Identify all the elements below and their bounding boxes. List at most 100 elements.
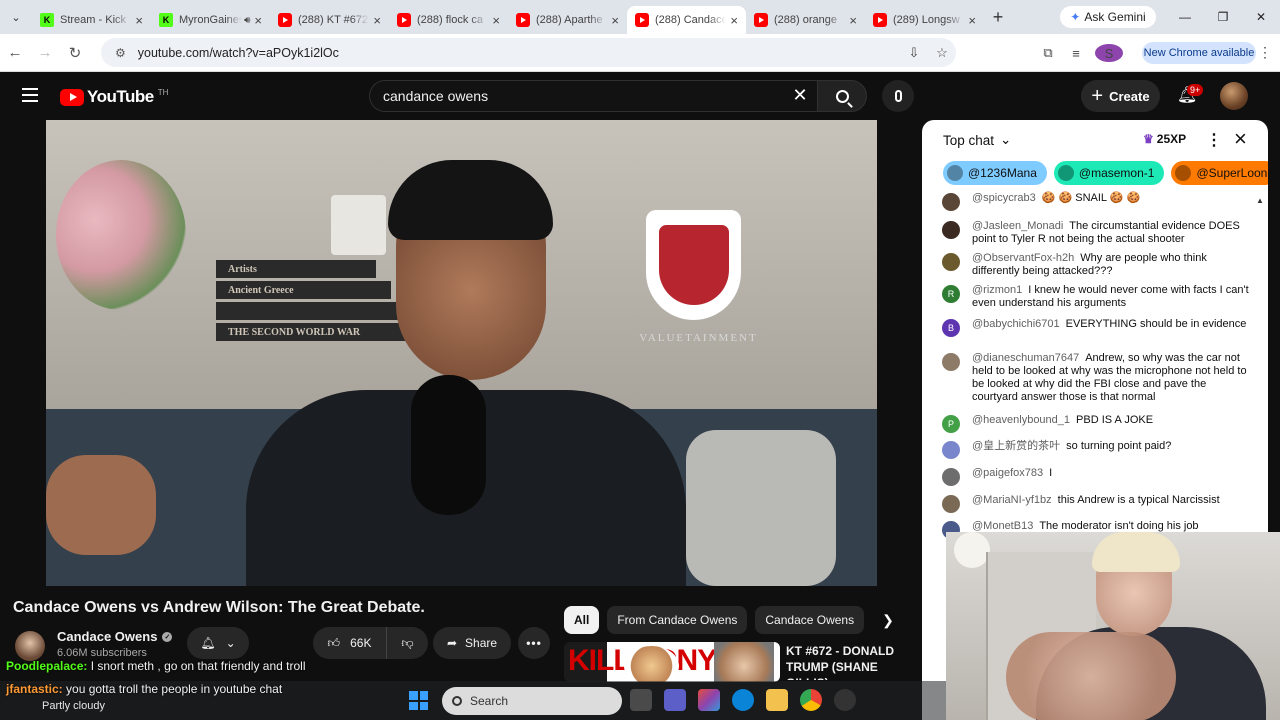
video-player[interactable]: Artists Ancient Greece THE SECOND WORLD …	[46, 120, 877, 586]
audio-playing-icon[interactable]: 🔊︎	[244, 15, 250, 26]
youtube-logo[interactable]: YouTube TH	[60, 87, 168, 107]
browser-tab[interactable]: (288) orange ×	[746, 6, 865, 34]
chat-author[interactable]: @paigefox783	[972, 467, 1043, 479]
chat-author[interactable]: @rizmon1	[972, 284, 1022, 296]
reload-icon[interactable]: ↻	[60, 44, 90, 62]
chat-message[interactable]: @dianeschuman7647 Andrew, so why was the …	[942, 352, 1252, 404]
channel-name-row[interactable]: Candace Owens ✓	[57, 629, 173, 644]
new-tab-button[interactable]: +	[984, 7, 1012, 28]
chat-message[interactable]: B @babychichi6701 EVERYTHING should be in …	[942, 318, 1252, 337]
close-tab-icon[interactable]: ×	[730, 13, 738, 28]
teams-icon[interactable]	[664, 689, 686, 711]
chat-avatar[interactable]: B	[942, 319, 960, 337]
close-tab-icon[interactable]: ×	[135, 13, 143, 28]
close-tab-icon[interactable]: ×	[968, 13, 976, 28]
voice-search-button[interactable]	[882, 80, 914, 112]
close-window-icon[interactable]: ✕	[1242, 0, 1280, 34]
chat-author[interactable]: @spicycrab3	[972, 192, 1036, 204]
super-chat-ticker[interactable]: @1236Mana	[943, 161, 1047, 185]
close-tab-icon[interactable]: ×	[611, 13, 619, 28]
search-input[interactable]: candance owens ✕	[369, 80, 817, 112]
site-info-icon[interactable]: ⚙	[115, 46, 126, 60]
chip-all[interactable]: All	[564, 606, 600, 634]
clear-search-icon[interactable]: ✕	[789, 85, 811, 106]
close-tab-icon[interactable]: ×	[373, 13, 381, 28]
account-avatar[interactable]	[1220, 82, 1248, 110]
chat-author[interactable]: @ObservantFox-h2h	[972, 252, 1074, 264]
chat-avatar[interactable]: P	[942, 415, 960, 433]
chrome-menu-icon[interactable]: ⋮	[1258, 44, 1272, 61]
browser-tab[interactable]: (288) KT #672 ×	[270, 6, 389, 34]
reading-list-icon[interactable]: ≡	[1062, 46, 1090, 61]
chat-message[interactable]: @Jasleen_Monadi The circumstantial eviden…	[942, 220, 1252, 246]
search-query[interactable]: candance owens	[383, 88, 488, 104]
channel-avatar[interactable]	[15, 631, 45, 661]
chat-avatar[interactable]	[942, 353, 960, 371]
chat-author[interactable]: @Jasleen_Monadi	[972, 220, 1063, 232]
chat-message[interactable]: @spicycrab3 🍪 🍪 SNAIL 🍪 🍪	[942, 192, 1252, 211]
ask-gemini-button[interactable]: ✦ Ask Gemini	[1060, 6, 1156, 28]
browser-tab[interactable]: (288) Aparthe ×	[508, 6, 627, 34]
browser-tab[interactable]: K Stream - Kick ×	[32, 6, 151, 34]
chat-message[interactable]: @MariaNI-yf1bz this Andrew is a typical N…	[942, 494, 1252, 513]
chat-message[interactable]: @paigefox783 I	[942, 467, 1252, 486]
extensions-icon[interactable]: ⧉	[1034, 45, 1062, 61]
like-button[interactable]: 👍︎ 66K	[313, 627, 387, 659]
chat-avatar[interactable]	[942, 253, 960, 271]
chat-mode-dropdown[interactable]: Top chat ⌄	[943, 132, 1011, 148]
search-button[interactable]	[817, 80, 867, 112]
bookmark-star-icon[interactable]: ☆	[928, 45, 956, 61]
chat-author[interactable]: @heavenlybound_1	[972, 414, 1070, 426]
close-tab-icon[interactable]: ×	[254, 13, 262, 28]
install-icon[interactable]: ⇩	[900, 45, 928, 61]
url-text[interactable]: youtube.com/watch?v=aPOyk1i2lOc	[138, 46, 339, 60]
close-tab-icon[interactable]: ×	[849, 13, 857, 28]
super-chat-ticker[interactable]: @masemon-1	[1053, 161, 1165, 185]
xp-badge[interactable]: ♛ 25XP	[1143, 132, 1186, 146]
browser-tab[interactable]: (288) flock ca ×	[389, 6, 508, 34]
browser-tab[interactable]: (289) Longsw ×	[865, 6, 984, 34]
chat-author[interactable]: @MonetB13	[972, 520, 1033, 532]
restore-icon[interactable]: ❐	[1204, 0, 1242, 34]
tab-search-icon[interactable]: ⌄	[0, 0, 32, 34]
chat-scroll-up-icon[interactable]: ▲	[1256, 196, 1266, 210]
update-chrome-button[interactable]: New Chrome available	[1142, 42, 1256, 64]
obs-icon[interactable]	[834, 689, 856, 711]
channel-name[interactable]: Candace Owens	[57, 629, 157, 644]
back-icon[interactable]: ←	[0, 44, 30, 61]
profile-avatar[interactable]: S	[1095, 44, 1123, 62]
hamburger-menu-icon[interactable]	[22, 88, 38, 102]
file-explorer-icon[interactable]	[766, 689, 788, 711]
chip-topic[interactable]: Candace Owens	[755, 606, 865, 634]
chat-author[interactable]: @babychichi6701	[972, 318, 1060, 330]
chat-avatar[interactable]	[942, 495, 960, 513]
chrome-icon[interactable]	[800, 689, 822, 711]
taskbar-search[interactable]: Search	[442, 687, 622, 715]
more-actions-button[interactable]: •••	[518, 627, 550, 659]
chat-avatar[interactable]: R	[942, 285, 960, 303]
close-chat-icon[interactable]: ×	[1234, 126, 1247, 152]
share-button[interactable]: ➦ Share	[433, 627, 511, 659]
chat-message[interactable]: P @heavenlybound_1 PBD IS A JOKE	[942, 414, 1252, 433]
address-bar[interactable]: ⚙ youtube.com/watch?v=aPOyk1i2lOc ⇩ ☆	[101, 38, 956, 67]
chat-author[interactable]: @dianeschuman7647	[972, 352, 1079, 364]
browser-tab[interactable]: (288) Candace ×	[627, 6, 746, 34]
copilot-icon[interactable]	[698, 689, 720, 711]
chat-author[interactable]: @MariaNI-yf1bz	[972, 494, 1052, 506]
close-tab-icon[interactable]: ×	[492, 13, 500, 28]
forward-icon[interactable]: →	[30, 44, 60, 61]
chat-avatar[interactable]	[942, 468, 960, 486]
chat-author[interactable]: @皇上新赏的茶叶	[972, 440, 1060, 452]
edge-icon[interactable]	[732, 689, 754, 711]
windows-start-icon[interactable]	[409, 691, 428, 710]
chat-avatar[interactable]	[942, 221, 960, 239]
browser-tab[interactable]: K MyronGainesX🔊︎ ×	[151, 6, 270, 34]
chat-message[interactable]: R @rizmon1 I knew he would never come with…	[942, 284, 1252, 310]
create-button[interactable]: + Create	[1081, 80, 1160, 112]
chat-avatar[interactable]	[942, 193, 960, 211]
chat-message[interactable]: @皇上新赏的茶叶 so turning point paid?	[942, 440, 1252, 459]
chat-message[interactable]: @ObservantFox-h2h Why are people who thin…	[942, 252, 1252, 278]
task-view-icon[interactable]	[630, 689, 652, 711]
subscribed-notifications-button[interactable]: 🔔︎ ⌄	[187, 627, 249, 659]
chat-menu-icon[interactable]: ⋮	[1206, 130, 1222, 150]
